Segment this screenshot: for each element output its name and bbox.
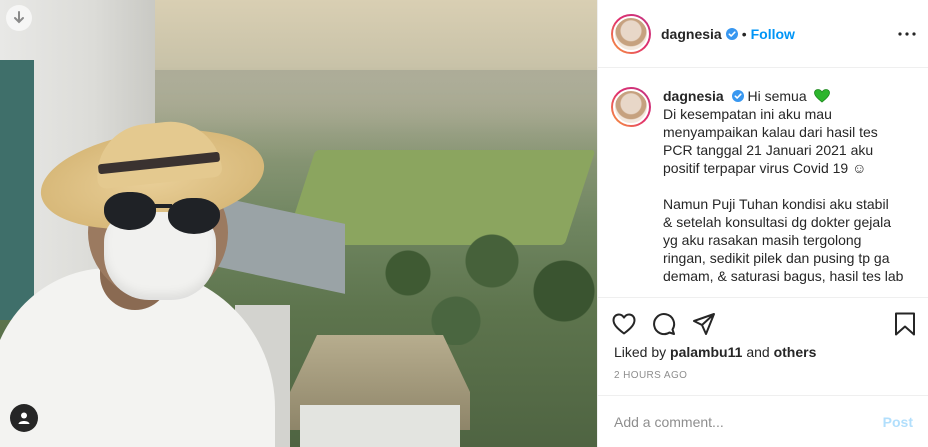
action-bar (598, 297, 928, 349)
person-sunglasses-bridge (150, 204, 172, 208)
story-ring[interactable] (611, 13, 651, 54)
comment-bar: Post (598, 395, 928, 447)
instagram-post: dagnesia • Follow dagnesia Hi semua Di k… (0, 0, 928, 447)
comment-icon (653, 312, 676, 335)
post-sidebar: dagnesia • Follow dagnesia Hi semua Di k… (597, 0, 928, 447)
header-username[interactable]: dagnesia (661, 26, 722, 42)
caption-text: dagnesia Hi semua Di kesempatan ini aku … (663, 87, 925, 297)
follow-button[interactable]: Follow (751, 26, 795, 42)
caption-verified-badge-icon (731, 90, 744, 102)
comment-button[interactable] (652, 312, 676, 336)
bookmark-icon (895, 312, 915, 336)
user-icon (18, 412, 30, 424)
green-heart-icon (813, 89, 830, 103)
more-horizontal-icon (898, 32, 916, 36)
caption-line: Namun Puji Tuhan kondisi aku stabil (663, 196, 889, 212)
photo-window-frame (0, 60, 40, 320)
caption-greeting: Hi semua (747, 88, 807, 104)
more-options-button[interactable] (897, 24, 917, 44)
post-timestamp[interactable]: 2 HOURS AGO (614, 370, 687, 381)
comment-input[interactable] (614, 413, 883, 430)
download-button[interactable] (6, 5, 32, 31)
likes-summary: Liked by palambu11 and others (614, 344, 816, 360)
caption-avatar (613, 89, 649, 125)
tagged-users-button[interactable] (10, 404, 38, 432)
caption-line: demam, & saturasi bagus, hasil tes lab (663, 268, 904, 284)
caption-first-line: dagnesia Hi semua (663, 87, 925, 105)
like-button[interactable] (612, 312, 636, 336)
caption-username[interactable]: dagnesia (663, 88, 724, 104)
post-photo[interactable] (0, 0, 597, 447)
caption-line: ringan, sedikit pilek dan pusing tp ga (663, 250, 890, 266)
person-sunglasses-right (168, 198, 220, 234)
likes-conjunction: and (746, 344, 770, 360)
arrow-down-icon (14, 11, 24, 24)
caption-line: & setelah konsultasi dg dokter gejala (663, 214, 892, 230)
likes-others-link[interactable]: others (774, 344, 817, 360)
caption-area: dagnesia Hi semua Di kesempatan ini aku … (598, 69, 928, 297)
caption-line: Di kesempatan ini aku mau (663, 106, 832, 122)
avatar (613, 15, 649, 52)
post-header: dagnesia • Follow (598, 0, 928, 68)
post-comment-button[interactable]: Post (883, 414, 913, 430)
header-separator: • (741, 25, 747, 42)
caption-line: menyampaikan kalau dari hasil tes (663, 124, 878, 140)
photo-roof-base (300, 405, 460, 447)
verified-badge-icon (725, 27, 738, 40)
photo-trees (360, 225, 597, 345)
paper-plane-icon (693, 312, 715, 335)
caption-line: PCR tanggal 21 Januari 2021 aku (663, 142, 874, 158)
share-button[interactable] (692, 312, 716, 336)
save-button[interactable] (894, 312, 918, 336)
likes-prefix: Liked by (614, 344, 667, 360)
liked-by-user[interactable]: palambu11 (670, 344, 742, 360)
person-sunglasses-left (104, 192, 156, 230)
heart-icon (612, 313, 636, 334)
caption-line: positif terpapar virus Covid 19 ☺ (663, 160, 867, 176)
caption-story-ring[interactable] (611, 87, 651, 127)
caption-line: yg aku rasakan masih tergolong (663, 232, 862, 248)
